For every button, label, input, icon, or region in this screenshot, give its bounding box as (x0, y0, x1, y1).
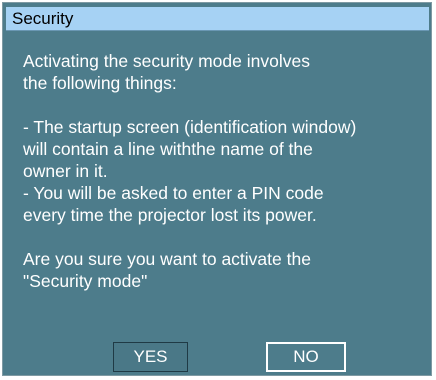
point2-line-2: every time the projector lost its power. (23, 205, 317, 225)
dialog-title: Security (12, 9, 74, 28)
question-line-2: "Security mode" (23, 271, 148, 291)
question-line-1: Are you sure you want to activate the (23, 249, 311, 269)
intro-line-1: Activating the security mode involves (23, 51, 310, 71)
dialog-titlebar: Security (6, 7, 429, 31)
security-dialog: Security Activating the security mode in… (2, 2, 432, 376)
intro-line-2: the following things: (23, 73, 177, 93)
point1-line-1: - The startup screen (identification win… (23, 117, 357, 137)
yes-button[interactable]: YES (113, 342, 188, 372)
point1-line-3: owner in it. (23, 161, 108, 181)
no-button[interactable]: NO (266, 342, 346, 372)
point1-line-2: will contain a line withthe name of the (23, 139, 313, 159)
dialog-message: Activating the security mode involves th… (23, 50, 428, 292)
point2-line-1: - You will be asked to enter a PIN code (23, 183, 324, 203)
